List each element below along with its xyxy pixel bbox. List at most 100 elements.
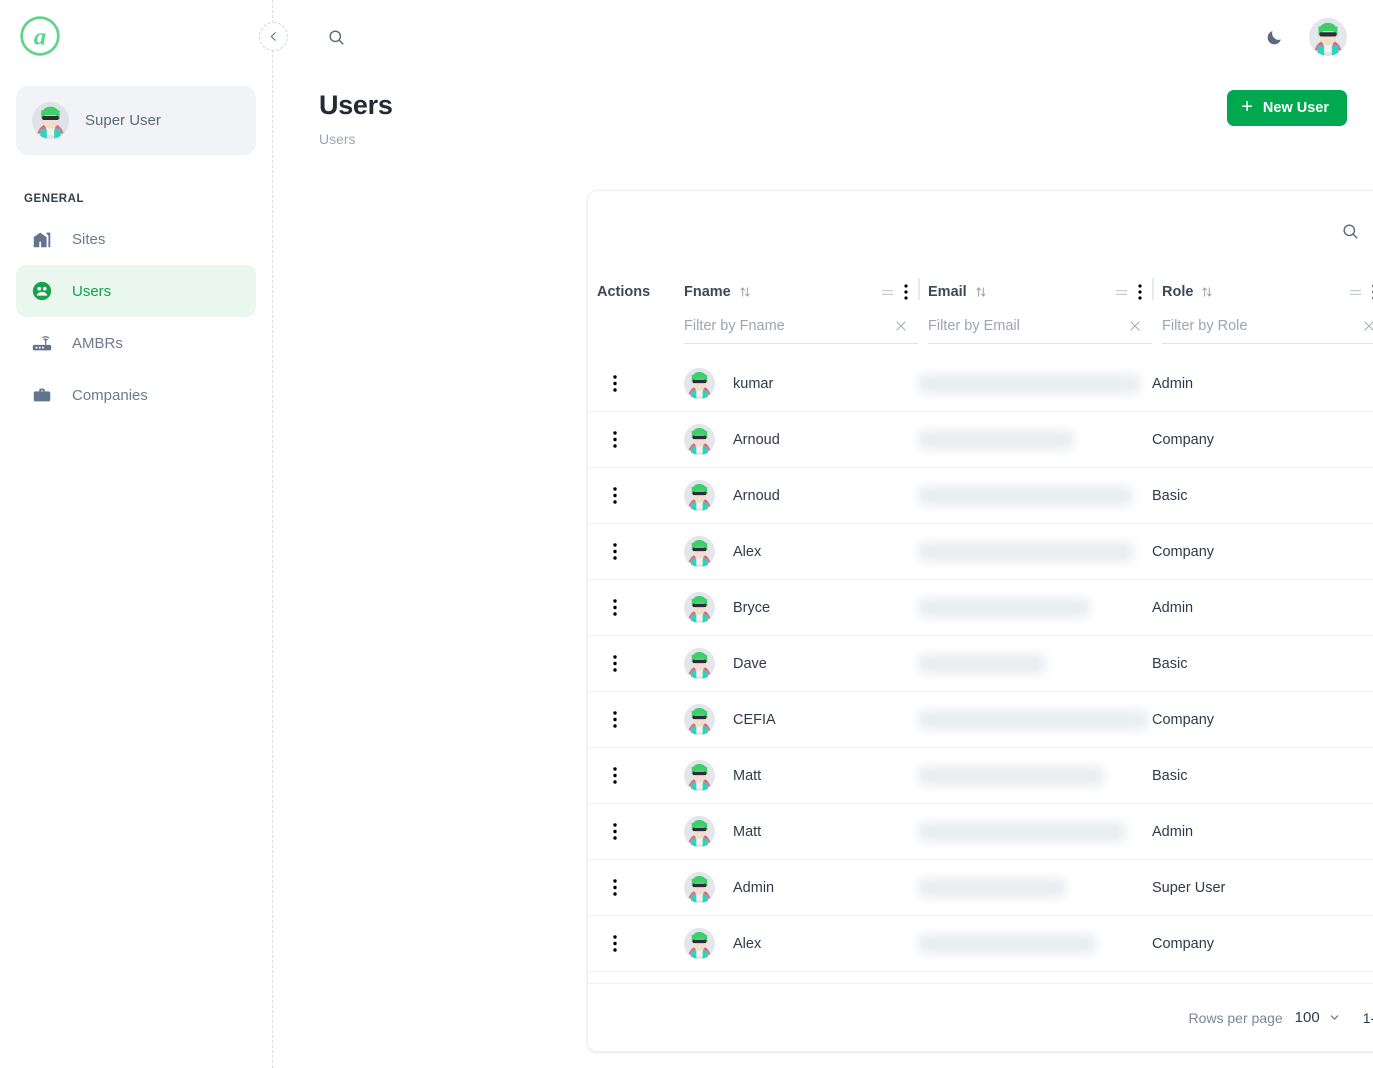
column-header-role[interactable]: Role: [1152, 271, 1373, 345]
filter-underline: [928, 343, 1152, 344]
row-menu-icon[interactable]: [597, 431, 617, 448]
topbar-avatar[interactable]: [1309, 18, 1347, 56]
row-email-cell: [918, 821, 1152, 842]
row-avatar: [684, 592, 715, 623]
row-menu-icon[interactable]: [597, 543, 617, 560]
row-role-value: Company: [1152, 431, 1215, 448]
email-redacted: [918, 429, 1074, 450]
sidebar-item-sites[interactable]: Sites: [16, 213, 256, 265]
row-role-value: Super User: [1152, 879, 1226, 896]
email-redacted: [918, 653, 1046, 674]
table-row[interactable]: Admin Super User: [588, 860, 1373, 916]
column-drag-handle-icon[interactable]: [1348, 285, 1363, 300]
logo-icon: a: [20, 16, 60, 56]
table-row[interactable]: Dave Basic: [588, 636, 1373, 692]
table-body: kumar Admin Arnoud Company Arnoud Basic …: [588, 356, 1373, 983]
table-row[interactable]: Mike mkanlan@aaaananawumaaa.com Basic: [588, 972, 1373, 983]
row-actions-cell: [588, 543, 684, 560]
app-logo[interactable]: a: [16, 0, 256, 72]
row-role-cell: Basic: [1152, 768, 1373, 784]
theme-toggle-button[interactable]: [1257, 20, 1291, 54]
row-fname-cell: Arnoud: [684, 424, 918, 455]
sidebar-item-users[interactable]: Users: [16, 265, 256, 317]
row-menu-icon[interactable]: [597, 599, 617, 616]
row-fname-cell: Matt: [684, 760, 918, 791]
column-label: Email: [928, 284, 967, 300]
row-role-cell: Basic: [1152, 488, 1373, 504]
column-header-email[interactable]: Email: [918, 271, 1152, 345]
table-row[interactable]: Arnoud Company: [588, 412, 1373, 468]
row-fname-value: Admin: [733, 879, 775, 896]
row-role-cell: Super User: [1152, 880, 1373, 896]
row-fname-value: Dave: [733, 655, 767, 672]
row-role-cell: Company: [1152, 432, 1373, 448]
topbar: [273, 0, 1373, 74]
email-redacted: [918, 373, 1140, 394]
new-user-button[interactable]: + New User: [1227, 90, 1347, 126]
clear-filter-icon[interactable]: [1362, 319, 1373, 333]
main-content: Users Users + New User Actions Fname Fil…: [273, 0, 1373, 1068]
row-fname-cell: Admin: [684, 872, 918, 903]
clear-filter-icon[interactable]: [1128, 319, 1142, 333]
table-row[interactable]: Matt Basic: [588, 748, 1373, 804]
row-role-cell: Admin: [1152, 376, 1373, 392]
row-menu-icon[interactable]: [597, 711, 617, 728]
column-header-actions: Actions: [588, 271, 684, 345]
row-role-cell: Admin: [1152, 824, 1373, 840]
row-menu-icon[interactable]: [597, 767, 617, 784]
table-row[interactable]: Bryce Admin: [588, 580, 1373, 636]
table-row[interactable]: CEFIA Company: [588, 692, 1373, 748]
row-fname-cell: kumar: [684, 368, 918, 399]
column-menu-icon[interactable]: [904, 284, 908, 300]
row-fname-value: Arnoud: [733, 431, 780, 448]
row-actions-cell: [588, 431, 684, 448]
email-redacted: [918, 821, 1126, 842]
chevron-left-icon: [270, 32, 276, 41]
page-header-text: Users Users: [319, 90, 393, 147]
table-row[interactable]: Matt Admin: [588, 804, 1373, 860]
row-role-value: Basic: [1152, 767, 1188, 784]
table-row[interactable]: kumar Admin: [588, 356, 1373, 412]
row-actions-cell: [588, 711, 684, 728]
table-row[interactable]: Alex Company: [588, 524, 1373, 580]
chevron-down-icon[interactable]: [1328, 1011, 1341, 1024]
sidebar-item-label: Sites: [72, 230, 106, 248]
sidebar-collapse-button[interactable]: [259, 22, 288, 51]
row-email-cell: [918, 765, 1152, 786]
column-tools: [1348, 284, 1373, 300]
filter-underline: [684, 343, 918, 344]
row-fname-cell: Matt: [684, 816, 918, 847]
column-header-fname[interactable]: Fname: [684, 271, 918, 345]
sidebar-profile-name: Super User: [85, 112, 161, 129]
table-row[interactable]: Arnoud Basic: [588, 468, 1373, 524]
filter-input-email[interactable]: [928, 314, 1122, 338]
filter-input-fname[interactable]: [684, 314, 888, 338]
sort-icon[interactable]: [974, 285, 988, 299]
column-drag-handle-icon[interactable]: [880, 285, 895, 300]
global-search-button[interactable]: [319, 20, 353, 54]
sidebar-item-companies[interactable]: Companies: [16, 369, 256, 421]
row-avatar: [684, 480, 715, 511]
column-drag-handle-icon[interactable]: [1114, 285, 1129, 300]
row-avatar: [684, 648, 715, 679]
row-role-cell: Company: [1152, 712, 1373, 728]
row-menu-icon[interactable]: [597, 487, 617, 504]
column-menu-icon[interactable]: [1138, 284, 1142, 300]
row-menu-icon[interactable]: [597, 655, 617, 672]
rows-per-page-value[interactable]: 100: [1295, 1009, 1320, 1026]
row-menu-icon[interactable]: [597, 823, 617, 840]
row-avatar: [684, 760, 715, 791]
table-search-icon[interactable]: [1339, 220, 1361, 242]
sort-icon[interactable]: [1200, 285, 1214, 299]
row-menu-icon[interactable]: [597, 935, 617, 952]
table-row[interactable]: Alex Company: [588, 916, 1373, 972]
row-menu-icon[interactable]: [597, 879, 617, 896]
filter-input-role[interactable]: [1162, 314, 1356, 338]
sidebar-item-ambrs[interactable]: AMBRs: [16, 317, 256, 369]
row-actions-cell: [588, 823, 684, 840]
sidebar-profile-card[interactable]: Super User: [16, 86, 256, 155]
clear-filter-icon[interactable]: [894, 319, 908, 333]
breadcrumb: Users: [319, 131, 356, 147]
row-menu-icon[interactable]: [597, 375, 617, 392]
sort-icon[interactable]: [738, 285, 752, 299]
